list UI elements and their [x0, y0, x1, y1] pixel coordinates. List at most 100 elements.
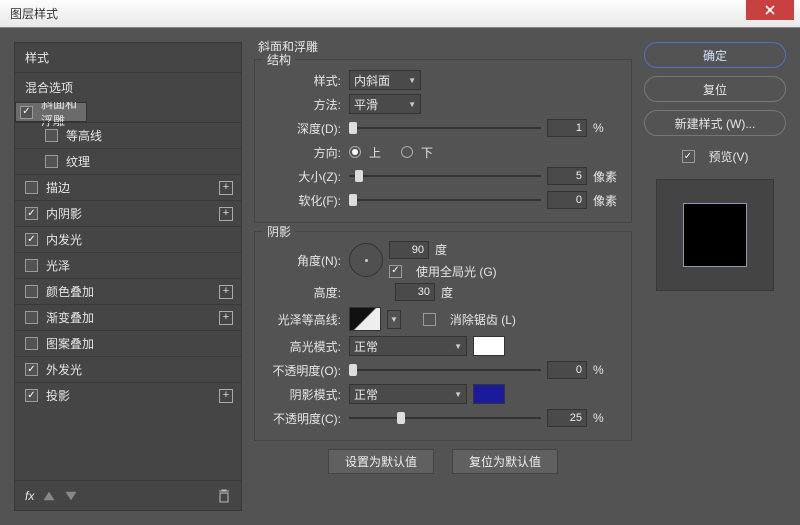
styles-header[interactable]: 样式: [15, 43, 241, 72]
style-label: 样式:: [265, 72, 343, 89]
angle-label: 角度(N):: [265, 252, 343, 269]
window-title: 图层样式: [10, 5, 746, 22]
chevron-down-icon: ▼: [408, 100, 416, 109]
method-select[interactable]: 平滑▼: [349, 94, 421, 114]
reset-default-button[interactable]: 复位为默认值: [452, 449, 558, 474]
arrow-up-icon[interactable]: [42, 489, 56, 503]
highlight-mode-select[interactable]: 正常▼: [349, 336, 467, 356]
layer-style-dialog: 图层样式 样式 混合选项 斜面和浮雕等高线纹理描边+内阴影+内发光光泽颜色叠加+…: [0, 0, 800, 525]
shading-title: 阴影: [263, 223, 295, 240]
effect-label: 等高线: [66, 127, 233, 144]
make-default-button[interactable]: 设置为默认值: [328, 449, 434, 474]
effect-label: 投影: [46, 387, 219, 404]
settings-panel: 斜面和浮雕 结构 样式: 内斜面▼ 方法: 平滑▼ 深度(D): 1 %: [254, 42, 632, 511]
size-slider[interactable]: [349, 169, 541, 183]
soften-unit: 像素: [593, 192, 621, 209]
size-input[interactable]: 5: [547, 167, 587, 185]
ok-button[interactable]: 确定: [644, 42, 786, 68]
effect-label: 内发光: [46, 231, 233, 248]
chevron-down-icon: ▼: [454, 342, 462, 351]
effect-checkbox[interactable]: [25, 259, 38, 272]
close-button[interactable]: [746, 0, 794, 20]
effect-checkbox[interactable]: [45, 155, 58, 168]
effect-item-3[interactable]: 描边+: [15, 174, 241, 200]
soften-slider[interactable]: [349, 193, 541, 207]
add-instance-icon[interactable]: +: [219, 285, 233, 299]
blend-options-header[interactable]: 混合选项: [15, 72, 241, 102]
effect-checkbox[interactable]: [25, 207, 38, 220]
effect-item-5[interactable]: 内发光: [15, 226, 241, 252]
effect-item-0[interactable]: 斜面和浮雕: [15, 102, 87, 122]
defaults-buttons: 设置为默认值 复位为默认值: [254, 449, 632, 474]
effect-label: 渐变叠加: [46, 309, 219, 326]
highlight-opacity-input[interactable]: 0: [547, 361, 587, 379]
add-instance-icon[interactable]: +: [219, 389, 233, 403]
effect-checkbox[interactable]: [25, 389, 38, 402]
global-light-checkbox[interactable]: [389, 265, 402, 278]
angle-dial[interactable]: [349, 243, 383, 277]
depth-label: 深度(D):: [265, 120, 343, 137]
direction-up-label: 上: [369, 144, 381, 161]
shadow-color-swatch[interactable]: [473, 384, 505, 404]
depth-input[interactable]: 1: [547, 119, 587, 137]
effect-checkbox[interactable]: [45, 129, 58, 142]
effect-item-11[interactable]: 投影+: [15, 382, 241, 408]
depth-slider[interactable]: [349, 121, 541, 135]
altitude-input[interactable]: 30: [395, 283, 435, 301]
cancel-button[interactable]: 复位: [644, 76, 786, 102]
effect-item-6[interactable]: 光泽: [15, 252, 241, 278]
dialog-body: 样式 混合选项 斜面和浮雕等高线纹理描边+内阴影+内发光光泽颜色叠加+渐变叠加+…: [0, 28, 800, 525]
effect-item-4[interactable]: 内阴影+: [15, 200, 241, 226]
effect-checkbox[interactable]: [25, 311, 38, 324]
effect-checkbox[interactable]: [20, 106, 33, 119]
effect-item-10[interactable]: 外发光: [15, 356, 241, 382]
shadow-mode-select[interactable]: 正常▼: [349, 384, 467, 404]
antialias-checkbox[interactable]: [423, 313, 436, 326]
arrow-down-icon[interactable]: [64, 489, 78, 503]
add-instance-icon[interactable]: +: [219, 181, 233, 195]
effect-item-7[interactable]: 颜色叠加+: [15, 278, 241, 304]
effect-checkbox[interactable]: [25, 181, 38, 194]
effect-label: 内阴影: [46, 205, 219, 222]
action-panel: 确定 复位 新建样式 (W)... 预览(V): [644, 42, 786, 511]
new-style-button[interactable]: 新建样式 (W)...: [644, 110, 786, 136]
highlight-opacity-slider[interactable]: [349, 363, 541, 377]
titlebar[interactable]: 图层样式: [0, 0, 800, 28]
effect-checkbox[interactable]: [25, 363, 38, 376]
effect-checkbox[interactable]: [25, 337, 38, 350]
effect-label: 颜色叠加: [46, 283, 219, 300]
contour-picker[interactable]: [349, 307, 381, 331]
fx-icon[interactable]: fx: [25, 489, 34, 503]
chevron-down-icon[interactable]: ▼: [387, 310, 401, 329]
structure-title: 结构: [263, 51, 295, 68]
shadow-opacity-slider[interactable]: [349, 411, 541, 425]
highlight-mode-label: 高光模式:: [265, 338, 343, 355]
effect-item-2[interactable]: 纹理: [15, 148, 241, 174]
angle-input[interactable]: 90: [389, 241, 429, 259]
direction-up-radio[interactable]: [349, 146, 361, 158]
altitude-label: 高度:: [265, 284, 343, 301]
direction-down-radio[interactable]: [401, 146, 413, 158]
size-label: 大小(Z):: [265, 168, 343, 185]
style-select[interactable]: 内斜面▼: [349, 70, 421, 90]
highlight-color-swatch[interactable]: [473, 336, 505, 356]
close-icon: [765, 5, 775, 15]
effect-checkbox[interactable]: [25, 285, 38, 298]
effect-item-1[interactable]: 等高线: [15, 122, 241, 148]
size-unit: 像素: [593, 168, 621, 185]
structure-group: 结构 样式: 内斜面▼ 方法: 平滑▼ 深度(D): 1 % 方向:: [254, 59, 632, 223]
soften-input[interactable]: 0: [547, 191, 587, 209]
trash-icon[interactable]: [217, 489, 231, 503]
shadow-mode-label: 阴影模式:: [265, 386, 343, 403]
effect-item-9[interactable]: 图案叠加: [15, 330, 241, 356]
preview-area: [656, 179, 774, 291]
shadow-opacity-input[interactable]: 25: [547, 409, 587, 427]
add-instance-icon[interactable]: +: [219, 311, 233, 325]
preview-checkbox[interactable]: [682, 150, 695, 163]
shadow-opacity-label: 不透明度(C):: [265, 410, 343, 427]
add-instance-icon[interactable]: +: [219, 207, 233, 221]
effect-item-8[interactable]: 渐变叠加+: [15, 304, 241, 330]
effect-label: 图案叠加: [46, 335, 233, 352]
preview-swatch: [683, 203, 747, 267]
effect-checkbox[interactable]: [25, 233, 38, 246]
